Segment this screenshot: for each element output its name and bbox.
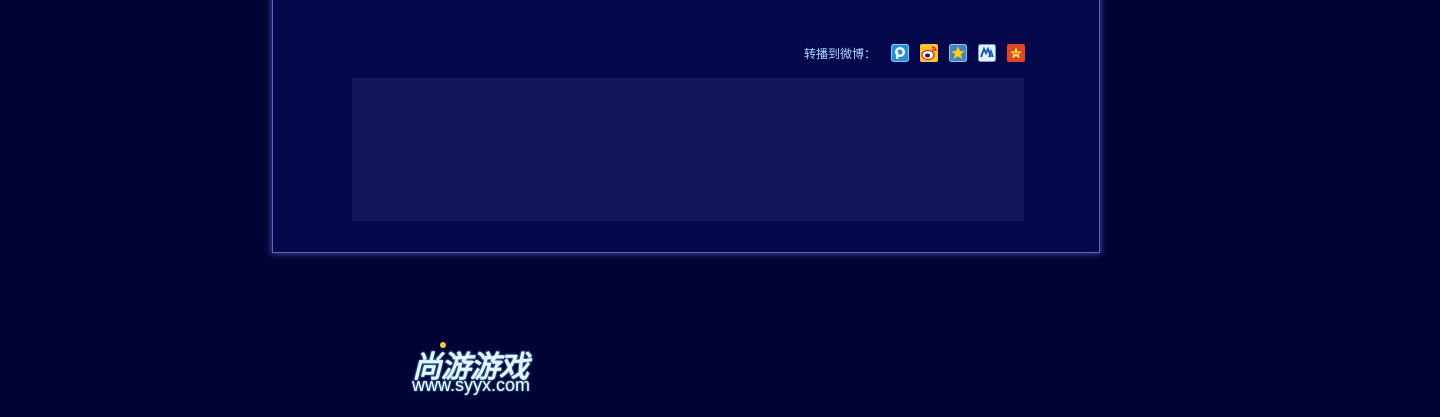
comment-area — [352, 78, 1024, 221]
site-logo[interactable]: 尚游游戏 www.syyx.com — [410, 342, 550, 398]
share-bar: 转播到微博： — [804, 44, 1025, 62]
page: 转播到微博： 尚游游戏 www.syyx.com — [0, 0, 1440, 417]
kaixin-icon[interactable] — [1007, 44, 1025, 62]
logo-url-text: www.syyx.com — [412, 375, 531, 395]
qzone-icon[interactable] — [949, 44, 967, 62]
content-panel: 转播到微博： — [272, 0, 1100, 253]
renren-icon[interactable] — [978, 44, 996, 62]
sina-weibo-icon[interactable] — [920, 44, 938, 62]
share-label: 转播到微博： — [803, 46, 876, 61]
tencent-pengyou-icon[interactable] — [891, 44, 909, 62]
